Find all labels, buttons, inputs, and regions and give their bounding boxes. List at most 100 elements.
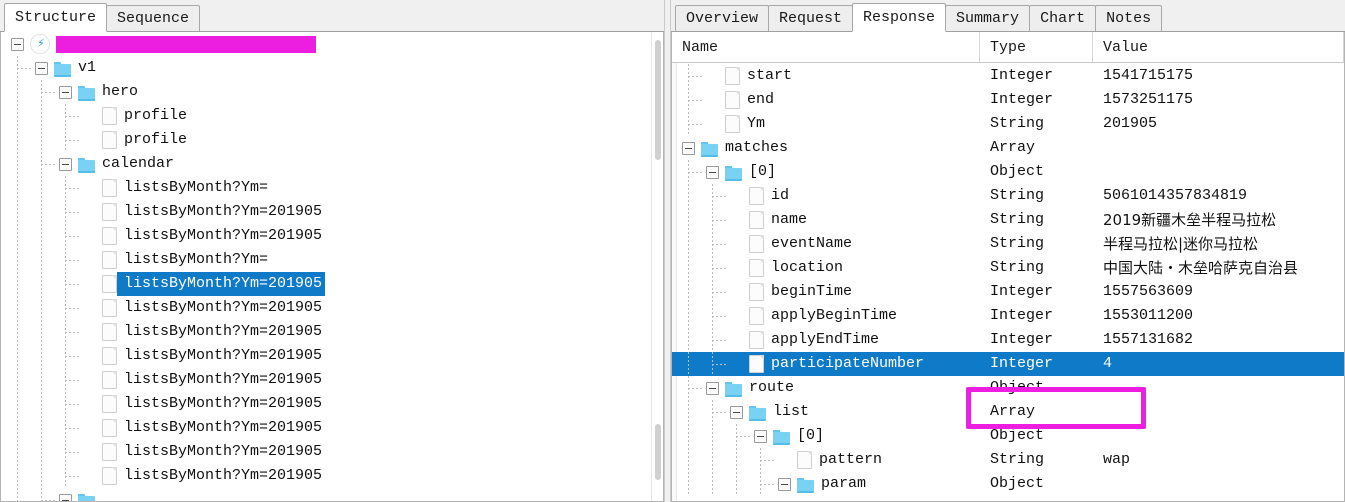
tab-structure[interactable]: Structure xyxy=(4,3,108,32)
tab-response[interactable]: Response xyxy=(852,3,947,32)
tree-row[interactable]: listsByMonth?Ym=201905 xyxy=(1,416,651,440)
grid-cell-name: matches xyxy=(672,136,980,160)
column-header-name[interactable]: Name xyxy=(672,32,980,63)
expand-collapse-toggle-icon[interactable] xyxy=(11,37,24,51)
grid-cell-type: String xyxy=(990,211,1045,228)
tree-row[interactable]: listsByMonth?Ym= xyxy=(1,248,651,272)
column-header-type[interactable]: Type xyxy=(980,32,1093,63)
tree-guide-line xyxy=(41,440,42,464)
tree-elbow-line xyxy=(736,436,750,437)
tree-guide-line xyxy=(17,128,18,152)
grid-cell-value: 半程马拉松|迷你马拉松 xyxy=(1103,235,1259,253)
grid-row-name-label: start xyxy=(747,67,793,84)
tree-row[interactable]: profile xyxy=(1,104,651,128)
grid-cell-value: 5061014357834819 xyxy=(1103,187,1248,204)
grid-row[interactable]: [0] Object xyxy=(672,160,1344,184)
grid-row[interactable]: applyEndTime Integer 1557131682 xyxy=(672,328,1344,352)
grid-cell-value: wap xyxy=(1103,451,1131,468)
expand-collapse-toggle-icon[interactable] xyxy=(35,61,48,75)
tree-row[interactable]: profile xyxy=(1,128,651,152)
tree-row[interactable]: listsByMonth?Ym=201905 xyxy=(1,224,651,248)
tab-notes[interactable]: Notes xyxy=(1095,5,1163,32)
grid-cell-name: start xyxy=(672,64,980,88)
grid-row[interactable]: end Integer 1573251175 xyxy=(672,88,1344,112)
grid-row[interactable]: applyBeginTime Integer 1553011200 xyxy=(672,304,1344,328)
response-grid-body[interactable]: start Integer 1541715175 end Integer 15732511… xyxy=(672,64,1344,501)
file-icon xyxy=(102,299,117,317)
tree-row[interactable]: listsByMonth?Ym=201905 xyxy=(1,440,651,464)
grid-cell-name: applyEndTime xyxy=(672,328,980,352)
tree-row[interactable]: listsByMonth?Ym=201905 xyxy=(1,272,651,296)
expand-collapse-toggle-icon[interactable] xyxy=(59,493,72,501)
tree-row[interactable]: listsByMonth?Ym=201905 xyxy=(1,320,651,344)
tab-request[interactable]: Request xyxy=(768,5,854,32)
file-icon xyxy=(102,131,117,149)
tree-row-label: listsByMonth?Ym=201905 xyxy=(124,299,323,316)
grid-row[interactable]: start Integer 1541715175 xyxy=(672,64,1344,88)
pane-splitter[interactable] xyxy=(664,0,671,502)
tree-elbow-line xyxy=(712,292,726,293)
tree-row-label: listsByMonth?Ym=201905 xyxy=(117,272,326,296)
tab-sequence[interactable]: Sequence xyxy=(106,5,201,32)
left-tree-scrollbar-thumb-secondary[interactable] xyxy=(655,424,661,480)
grid-row[interactable]: param Object xyxy=(672,472,1344,496)
tab-chart[interactable]: Chart xyxy=(1029,5,1097,32)
tree-row-label: listsByMonth?Ym=201905 xyxy=(124,419,323,436)
tree-row[interactable]: hero xyxy=(1,80,651,104)
expand-collapse-toggle-icon[interactable] xyxy=(706,165,719,179)
tree-row[interactable]: listsByMonth?Ym=201905 xyxy=(1,464,651,488)
folder-icon xyxy=(797,477,814,493)
grid-row[interactable]: list Array xyxy=(672,400,1344,424)
tree-guide-line xyxy=(712,472,713,496)
expand-collapse-toggle-icon[interactable] xyxy=(682,141,695,155)
tree-row[interactable]: listsByMonth?Ym=201905 xyxy=(1,392,651,416)
tree-row-label: listsByMonth?Ym=201905 xyxy=(124,467,323,484)
tab-overview[interactable]: Overview xyxy=(675,5,770,32)
tree-row[interactable] xyxy=(1,488,651,501)
tree-elbow-line xyxy=(65,236,79,237)
file-icon xyxy=(102,323,117,341)
tree-row[interactable]: listsByMonth?Ym=201905 xyxy=(1,296,651,320)
tree-row[interactable]: ⚡ xyxy=(1,32,651,56)
column-header-value[interactable]: Value xyxy=(1093,32,1344,63)
left-tree-scrollbar[interactable] xyxy=(651,32,663,501)
left-tree-scrollbar-thumb[interactable] xyxy=(655,40,661,160)
tree-row[interactable]: listsByMonth?Ym=201905 xyxy=(1,344,651,368)
grid-row[interactable]: pattern String wap xyxy=(672,448,1344,472)
tree-row[interactable]: calendar xyxy=(1,152,651,176)
grid-cell-value: 1541715175 xyxy=(1103,67,1194,84)
grid-row[interactable]: eventName String 半程马拉松|迷你马拉松 xyxy=(672,232,1344,256)
grid-cell-name: eventName xyxy=(672,232,980,256)
grid-row[interactable]: [0] Object xyxy=(672,424,1344,448)
grid-cell-type: Array xyxy=(990,139,1036,156)
tab-summary[interactable]: Summary xyxy=(945,5,1031,32)
tree-row[interactable]: listsByMonth?Ym=201905 xyxy=(1,200,651,224)
grid-row[interactable]: participateNumber Integer 4 xyxy=(672,352,1344,376)
tree-row-label: listsByMonth?Ym=201905 xyxy=(124,323,323,340)
expand-collapse-toggle-icon[interactable] xyxy=(59,85,72,99)
structure-tree[interactable]: ⚡ v1 hero profile profile calendar listsByMont… xyxy=(1,32,651,501)
grid-row[interactable]: location String 中国大陆・木垒哈萨克自治县 xyxy=(672,256,1344,280)
tree-guide-line xyxy=(688,256,689,280)
tab-label: Sequence xyxy=(117,10,190,27)
tree-row[interactable]: listsByMonth?Ym=201905 xyxy=(1,368,651,392)
grid-row[interactable]: name String 2019新疆木垒半程马拉松 xyxy=(672,208,1344,232)
tree-row[interactable]: v1 xyxy=(1,56,651,80)
expand-collapse-toggle-icon[interactable] xyxy=(706,381,719,395)
grid-row[interactable]: Ym String 201905 xyxy=(672,112,1344,136)
expand-collapse-toggle-icon[interactable] xyxy=(754,429,767,443)
folder-icon xyxy=(701,141,718,157)
tree-row[interactable]: listsByMonth?Ym= xyxy=(1,176,651,200)
tree-elbow-line xyxy=(65,476,79,477)
grid-row[interactable]: id String 5061014357834819 xyxy=(672,184,1344,208)
tree-guide-line xyxy=(17,104,18,128)
expand-collapse-toggle-icon[interactable] xyxy=(778,477,791,491)
grid-row[interactable]: beginTime Integer 1557563609 xyxy=(672,280,1344,304)
grid-row-name-label: location xyxy=(771,259,844,276)
grid-row-name-label: eventName xyxy=(771,235,853,252)
tree-elbow-line xyxy=(65,356,79,357)
grid-row[interactable]: matches Array xyxy=(672,136,1344,160)
expand-collapse-toggle-icon[interactable] xyxy=(59,157,72,171)
grid-row[interactable]: route Object xyxy=(672,376,1344,400)
expand-collapse-toggle-icon[interactable] xyxy=(730,405,743,419)
